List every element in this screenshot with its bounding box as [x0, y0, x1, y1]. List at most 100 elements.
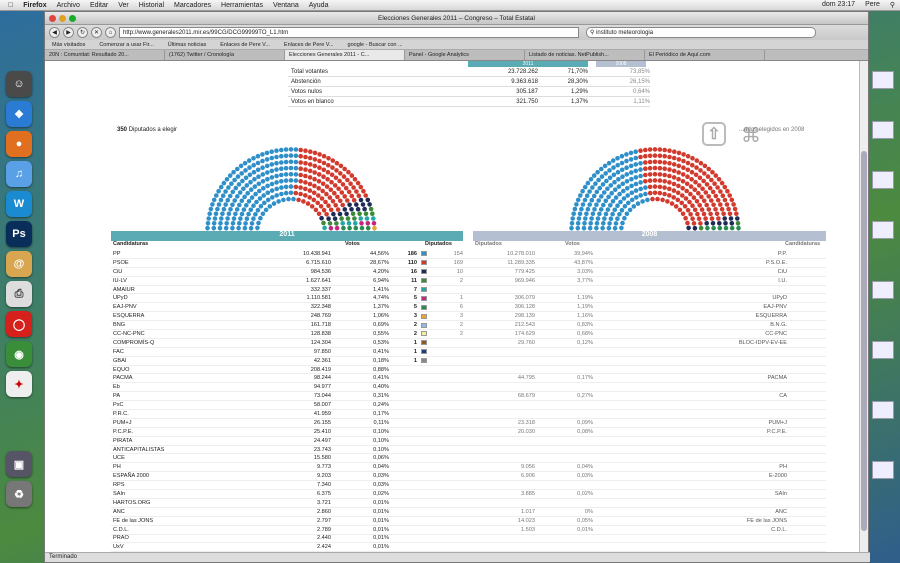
- menu-ventana[interactable]: Ventana: [268, 2, 304, 9]
- party-name: FE de las JONS: [113, 517, 154, 524]
- seat: [237, 202, 242, 208]
- finder-icon[interactable]: ☺: [6, 71, 32, 97]
- seat: [569, 225, 574, 231]
- seat: [712, 181, 717, 186]
- seat: [239, 171, 244, 176]
- party-seats: 5: [413, 295, 417, 302]
- seat: [582, 221, 587, 226]
- seat: [629, 170, 634, 175]
- seat: [657, 178, 663, 183]
- col-votes: Votos: [345, 241, 360, 247]
- apple-menu-icon[interactable]: : [0, 2, 18, 9]
- bookmark-item[interactable]: Más visitados: [45, 42, 92, 48]
- tab[interactable]: Listado de noticias. NetPublish...: [525, 50, 645, 60]
- vodafone-icon[interactable]: ◯: [6, 311, 32, 337]
- menu-editar[interactable]: Editar: [85, 2, 113, 9]
- tab-active[interactable]: Elecciones Generales 2011 - C...: [285, 50, 405, 60]
- seat: [628, 157, 634, 162]
- scrollbar[interactable]: [859, 61, 868, 554]
- back-icon[interactable]: ◀: [49, 27, 60, 38]
- network-icon[interactable]: ◉: [6, 341, 32, 367]
- clock[interactable]: dom 23:17: [817, 1, 860, 9]
- word-icon[interactable]: W: [6, 191, 32, 217]
- menu-archivo[interactable]: Archivo: [52, 2, 85, 9]
- forward-icon[interactable]: ▶: [63, 27, 74, 38]
- photoshop-icon[interactable]: Ps: [6, 221, 32, 247]
- seat: [633, 155, 639, 161]
- file-icon[interactable]: [872, 461, 894, 479]
- file-icon[interactable]: [872, 121, 894, 139]
- bookmark-item[interactable]: Últimas noticias: [161, 42, 214, 48]
- menu-herramientas[interactable]: Herramientas: [216, 2, 268, 9]
- seat: [675, 190, 681, 196]
- seat: [296, 197, 301, 203]
- party-votes-2008: 29.760: [517, 339, 535, 346]
- party-color-swatch: [421, 278, 427, 284]
- itunes-icon[interactable]: ♫: [6, 161, 32, 187]
- seat: [276, 199, 281, 204]
- app-menu[interactable]: Firefox: [18, 2, 51, 9]
- party-votes: 26.155: [313, 419, 331, 426]
- menu-marcadores[interactable]: Marcadores: [169, 2, 216, 9]
- seat: [311, 190, 317, 196]
- seat: [353, 221, 358, 226]
- menu-ayuda[interactable]: Ayuda: [304, 2, 334, 9]
- tab[interactable]: (1762) Twitter / Cronología: [165, 50, 285, 60]
- bookmark-item[interactable]: Enlaces de Pere V...: [277, 42, 341, 48]
- search-input[interactable]: ⚲ instituto meteorologia: [586, 27, 816, 38]
- file-icon[interactable]: [872, 341, 894, 359]
- reload-icon[interactable]: ↻: [77, 27, 88, 38]
- seat: [693, 179, 698, 185]
- seat: [319, 215, 324, 221]
- seat: [253, 212, 258, 217]
- seat: [690, 156, 695, 161]
- home-icon[interactable]: ⌂: [105, 27, 116, 38]
- party-name-2008: EAJ-PNV: [763, 304, 787, 311]
- stop-icon[interactable]: ✕: [91, 27, 102, 38]
- trash-icon[interactable]: ♻: [6, 481, 32, 507]
- table-row: CC-NC-PNC 128.838 0,55% 2 2 174.629 0,68% CC-PN…: [111, 330, 826, 339]
- party-pct-2008: 0,05%: [577, 517, 593, 524]
- menu-historial[interactable]: Historial: [134, 2, 169, 9]
- party-pct: 4,20%: [373, 268, 389, 275]
- address-book-icon[interactable]: @: [6, 251, 32, 277]
- firefox-icon[interactable]: ●: [6, 131, 32, 157]
- tab[interactable]: El Periódico de Aquí.com: [645, 50, 765, 60]
- seat: [298, 179, 303, 184]
- url-bar[interactable]: http://www.generales2011.mir.es/99CG/DCG…: [119, 27, 579, 38]
- seat: [729, 225, 735, 231]
- file-icon[interactable]: [872, 221, 894, 239]
- file-icon[interactable]: [872, 281, 894, 299]
- seat: [326, 203, 331, 208]
- seat: [667, 193, 672, 198]
- scrollbar-thumb[interactable]: [861, 151, 867, 531]
- file-icon[interactable]: [872, 71, 894, 89]
- seat: [687, 199, 692, 205]
- file-icon[interactable]: [872, 401, 894, 419]
- zoom-icon[interactable]: [69, 15, 76, 22]
- tab[interactable]: 20N : Comunitat: Resultado 20...: [45, 50, 165, 60]
- seat: [230, 221, 236, 226]
- tab[interactable]: Panel - Google Analytics: [405, 50, 525, 60]
- acrobat-icon[interactable]: ✦: [6, 371, 32, 397]
- seat: [699, 194, 704, 200]
- printer-icon[interactable]: ⎙: [6, 281, 32, 307]
- screenshot-icon[interactable]: ▣: [6, 451, 32, 477]
- seat: [326, 162, 331, 168]
- menu-ver[interactable]: Ver: [113, 2, 134, 9]
- bookmark-item[interactable]: Enlaces de Pere V...: [213, 42, 277, 48]
- seat: [728, 216, 734, 221]
- party-votes: 3.721: [317, 499, 331, 506]
- file-icon[interactable]: [872, 171, 894, 189]
- safari-icon[interactable]: ❖: [6, 101, 32, 127]
- seat: [346, 189, 352, 195]
- close-icon[interactable]: [49, 15, 56, 22]
- seat: [717, 225, 723, 231]
- seat: [735, 221, 741, 226]
- user-menu[interactable]: Pere: [860, 1, 885, 9]
- spotlight-icon[interactable]: ⚲: [885, 1, 900, 9]
- bookmark-item[interactable]: Comenzar a usar Fir...: [92, 42, 160, 48]
- minimize-icon[interactable]: [59, 15, 66, 22]
- bookmark-item[interactable]: google - Buscar con ...: [341, 42, 410, 48]
- seat: [619, 153, 625, 159]
